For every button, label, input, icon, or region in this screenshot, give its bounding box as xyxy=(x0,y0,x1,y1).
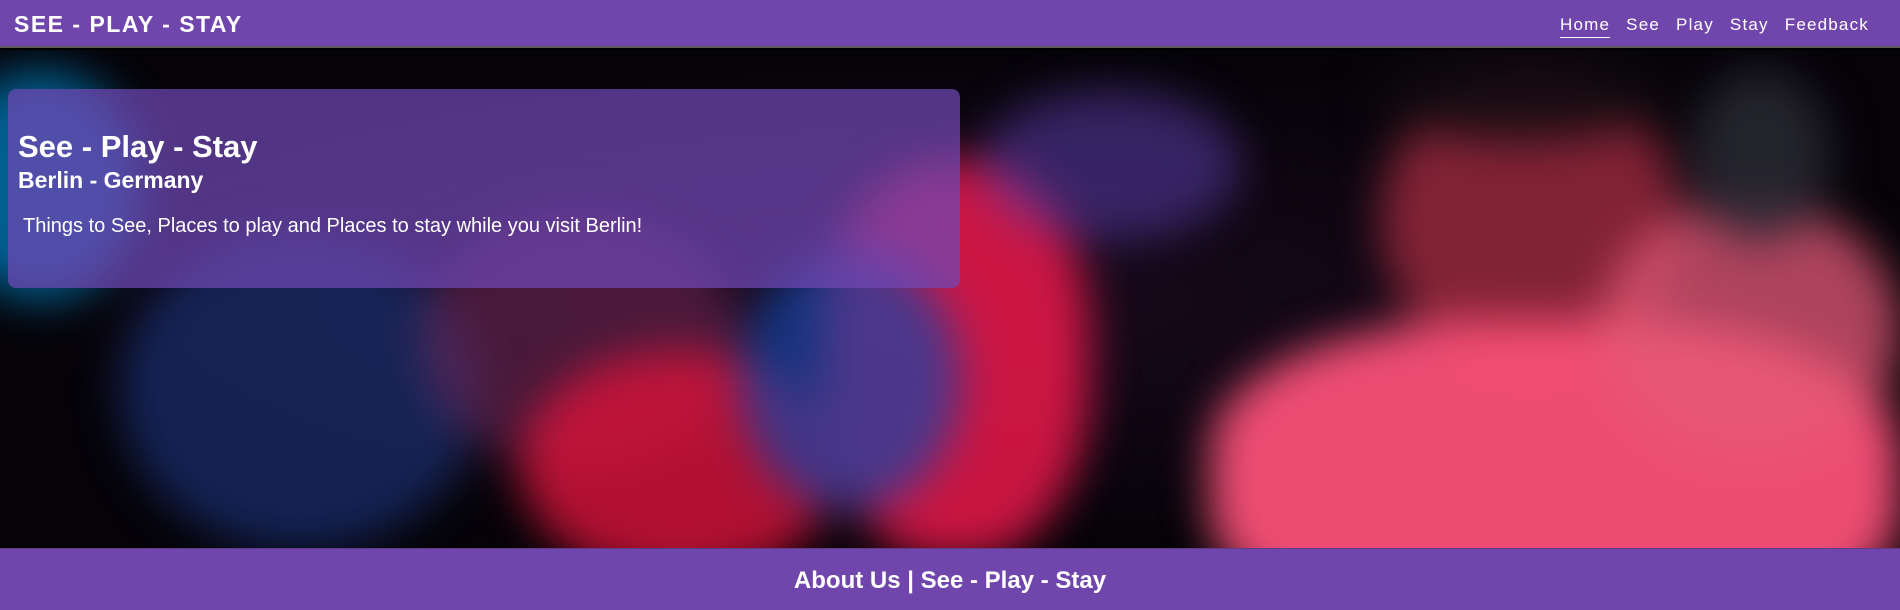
nav-link-see[interactable]: See xyxy=(1626,15,1660,38)
nav-links: Home See Play Stay Feedback xyxy=(1560,15,1869,38)
footer-about-us: About Us | See - Play - Stay xyxy=(793,567,1107,594)
hero-subtitle: Berlin - Germany xyxy=(18,167,204,193)
nav-link-play[interactable]: Play xyxy=(1676,15,1714,38)
hero-title: See - Play - Stay xyxy=(18,129,258,164)
nav-link-home[interactable]: Home xyxy=(1560,15,1611,38)
nav-link-stay[interactable]: Stay xyxy=(1730,15,1769,38)
hero-section: See - Play - Stay Berlin - Germany Thing… xyxy=(0,50,1900,548)
hero-card: See - Play - Stay Berlin - Germany Thing… xyxy=(8,89,960,288)
hero-description: Things to See, Places to play and Places… xyxy=(23,215,643,237)
navbar: SEE - PLAY - STAY Home See Play Stay Fee… xyxy=(0,0,1900,48)
nav-link-feedback[interactable]: Feedback xyxy=(1785,15,1869,38)
brand-logo-link[interactable]: SEE - PLAY - STAY xyxy=(14,11,243,38)
footer: About Us | See - Play - Stay xyxy=(0,548,1900,610)
